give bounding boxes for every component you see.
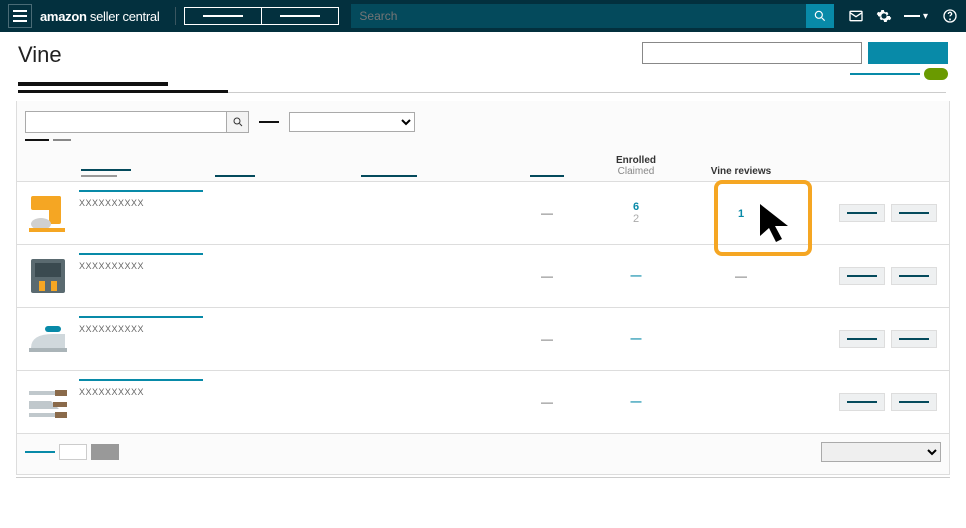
gear-icon[interactable]	[876, 8, 892, 24]
global-search-button[interactable]	[806, 4, 834, 28]
page-prev[interactable]	[59, 444, 87, 460]
product-asin: XXXXXXXXXX	[79, 324, 144, 334]
date-cell: —	[503, 269, 591, 283]
content-panel: Enrolled Claimed Vine reviews XXXXXXXXXX…	[16, 101, 950, 475]
tab-bar	[0, 82, 966, 101]
status-row	[850, 68, 948, 80]
enrolled-cell: —	[591, 333, 681, 345]
global-search	[351, 4, 834, 28]
col-reviews-header: Vine reviews	[681, 166, 801, 177]
row-action-secondary[interactable]	[891, 204, 937, 222]
actions-cell	[801, 204, 941, 222]
enrolled-cell: —	[591, 270, 681, 282]
reviews-cell: 1	[681, 206, 801, 220]
enrolled-cell: —	[591, 396, 681, 408]
page-current[interactable]	[91, 444, 119, 460]
table-header: Enrolled Claimed Vine reviews	[17, 149, 949, 182]
language-selector[interactable]: ▾	[904, 11, 930, 22]
page-size-select[interactable]	[821, 442, 941, 462]
table-row: XXXXXXXXXX ——	[17, 371, 949, 434]
table-row: XXXXXXXXXX———	[17, 245, 949, 308]
filter-select[interactable]	[289, 112, 415, 132]
help-icon[interactable]	[942, 8, 958, 24]
enrolled-cell: 62	[591, 201, 681, 225]
page-header: Vine	[0, 32, 966, 82]
col-enrolled-header: Enrolled Claimed	[591, 155, 681, 177]
review-count-link[interactable]: 1	[738, 208, 744, 220]
actions-cell	[801, 330, 941, 348]
store-switcher[interactable]	[184, 7, 339, 25]
filter-summary	[17, 139, 949, 149]
row-action-primary[interactable]	[839, 204, 885, 222]
table-footer	[17, 434, 949, 470]
global-search-input[interactable]	[351, 4, 806, 28]
row-action-secondary[interactable]	[891, 393, 937, 411]
vine-search-input[interactable]	[642, 42, 862, 64]
product-title-link[interactable]	[79, 253, 203, 255]
top-navbar: amazon seller central ▾	[0, 0, 966, 32]
product-title-link[interactable]	[79, 316, 203, 318]
product-asin: XXXXXXXXXX	[79, 387, 144, 397]
table-row: XXXXXXXXXX ——	[17, 308, 949, 371]
date-cell: —	[503, 395, 591, 409]
pagination	[25, 444, 119, 460]
row-action-secondary[interactable]	[891, 267, 937, 285]
product-thumbnail	[25, 379, 71, 425]
brand-divider	[175, 7, 176, 25]
page-title: Vine	[18, 42, 62, 68]
product-asin: XXXXXXXXXX	[79, 198, 144, 208]
product-thumbnail	[25, 253, 71, 299]
status-badge	[924, 68, 948, 80]
mail-icon[interactable]	[848, 8, 864, 24]
enroll-button[interactable]	[868, 42, 948, 64]
filter-search	[25, 111, 249, 133]
product-thumbnail	[25, 190, 71, 236]
menu-button[interactable]	[8, 4, 32, 28]
actions-cell	[801, 267, 941, 285]
product-thumbnail	[25, 316, 71, 362]
filter-search-button[interactable]	[226, 112, 248, 132]
top-right-icons: ▾	[848, 8, 958, 24]
row-action-secondary[interactable]	[891, 330, 937, 348]
filter-search-input[interactable]	[26, 112, 226, 132]
product-asin: XXXXXXXXXX	[79, 261, 144, 271]
row-action-primary[interactable]	[839, 330, 885, 348]
header-actions	[642, 42, 948, 64]
date-cell: —	[503, 332, 591, 346]
active-tab[interactable]	[18, 82, 168, 86]
product-title-link[interactable]	[79, 190, 203, 192]
date-cell: —	[503, 206, 591, 220]
reviews-cell: —	[681, 269, 801, 283]
filter-label	[259, 121, 279, 123]
brand-logo: amazon seller central	[40, 9, 159, 24]
actions-cell	[801, 393, 941, 411]
filter-row	[17, 101, 949, 139]
row-action-primary[interactable]	[839, 267, 885, 285]
table-row: XXXXXXXXXX —62 1	[17, 182, 949, 245]
row-action-primary[interactable]	[839, 393, 885, 411]
product-title-link[interactable]	[79, 379, 203, 381]
